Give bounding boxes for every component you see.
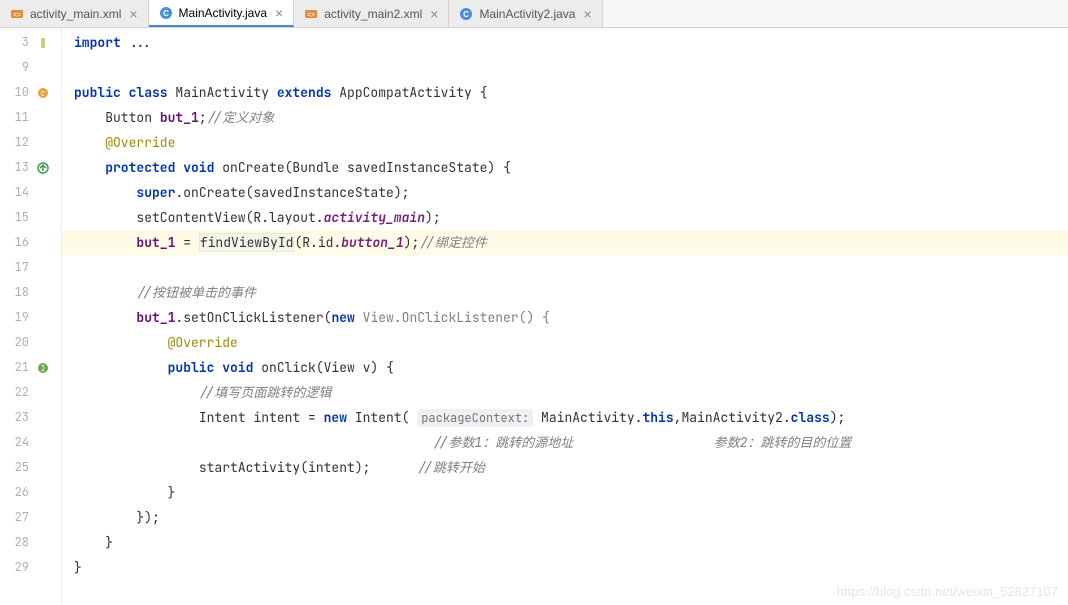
- svg-text:<>: <>: [307, 12, 315, 19]
- gutter-line: 29: [0, 555, 61, 580]
- code-line[interactable]: but_1.setOnClickListener(new View.OnClic…: [62, 305, 1068, 330]
- code-line[interactable]: //填写页面跳转的逻辑: [62, 380, 1068, 405]
- code-line[interactable]: startActivity(intent); //跳转开始: [62, 455, 1068, 480]
- tab-label: activity_main2.xml: [324, 7, 422, 21]
- gutter-line: 19: [0, 305, 61, 330]
- code-line[interactable]: but_1 = findViewById(R.id.button_1);//绑定…: [62, 230, 1068, 255]
- code-line[interactable]: public void onClick(View v) {: [62, 355, 1068, 380]
- gutter-line: 23: [0, 405, 61, 430]
- gutter-line: 16: [0, 230, 61, 255]
- code-line[interactable]: }: [62, 555, 1068, 580]
- code-line[interactable]: Button but_1;//定义对象: [62, 105, 1068, 130]
- gutter-line: 15: [0, 205, 61, 230]
- gutter-line: 24: [0, 430, 61, 455]
- gutter-marker-icon: [29, 161, 57, 175]
- gutter-line: 9: [0, 55, 61, 80]
- code-line[interactable]: });: [62, 505, 1068, 530]
- gutter-line: 11: [0, 105, 61, 130]
- code-line[interactable]: setContentView(R.layout.activity_main);: [62, 205, 1068, 230]
- svg-text:C: C: [41, 90, 45, 99]
- tab-activity-main-xml[interactable]: <> activity_main.xml ×: [0, 0, 149, 27]
- close-icon[interactable]: ×: [430, 7, 438, 21]
- gutter-line: 20: [0, 330, 61, 355]
- gutter-marker-icon: C: [29, 86, 57, 100]
- svg-text:C: C: [163, 9, 169, 18]
- code-line[interactable]: @Override: [62, 130, 1068, 155]
- parameter-hint: packageContext:: [417, 409, 533, 427]
- code-line[interactable]: //按钮被单击的事件: [62, 280, 1068, 305]
- editor-tab-bar: <> activity_main.xml × C MainActivity.ja…: [0, 0, 1068, 28]
- gutter-marker-icon: I: [29, 361, 57, 375]
- java-class-icon: C: [159, 6, 173, 20]
- code-line[interactable]: }: [62, 480, 1068, 505]
- gutter-line: 22: [0, 380, 61, 405]
- code-line[interactable]: public class MainActivity extends AppCom…: [62, 80, 1068, 105]
- tab-label: activity_main.xml: [30, 7, 121, 21]
- gutter-line: 18: [0, 280, 61, 305]
- code-line[interactable]: protected void onCreate(Bundle savedInst…: [62, 155, 1068, 180]
- gutter-line: 12: [0, 130, 61, 155]
- tab-label: MainActivity.java: [179, 6, 267, 20]
- code-line[interactable]: Intent intent = new Intent( packageConte…: [62, 405, 1068, 430]
- gutter-marker-icon: [29, 36, 57, 50]
- code-line[interactable]: }: [62, 530, 1068, 555]
- gutter-line: 21I: [0, 355, 61, 380]
- code-line[interactable]: import ...: [62, 30, 1068, 55]
- gutter-line: 27: [0, 505, 61, 530]
- close-icon[interactable]: ×: [129, 7, 137, 21]
- gutter-line: 10C: [0, 80, 61, 105]
- svg-text:<>: <>: [13, 12, 21, 19]
- tab-main-activity2-java[interactable]: C MainActivity2.java ×: [449, 0, 602, 27]
- code-line[interactable]: //参数1：跳转的源地址 参数2：跳转的目的位置: [62, 430, 1068, 455]
- svg-text:C: C: [464, 10, 470, 19]
- close-icon[interactable]: ×: [583, 7, 591, 21]
- code-line[interactable]: @Override: [62, 330, 1068, 355]
- tab-activity-main2-xml[interactable]: <> activity_main2.xml ×: [294, 0, 449, 27]
- gutter: 3910C1112131415161718192021I222324252627…: [0, 28, 62, 605]
- code-editor[interactable]: 3910C1112131415161718192021I222324252627…: [0, 28, 1068, 605]
- tab-bar-filler: [603, 0, 1068, 27]
- code-area[interactable]: import ... public class MainActivity exte…: [62, 28, 1068, 605]
- gutter-line: 14: [0, 180, 61, 205]
- svg-text:I: I: [41, 364, 46, 374]
- code-line[interactable]: [62, 255, 1068, 280]
- gutter-line: 13: [0, 155, 61, 180]
- gutter-line: 28: [0, 530, 61, 555]
- code-line[interactable]: [62, 55, 1068, 80]
- xml-file-icon: <>: [304, 7, 318, 21]
- code-line[interactable]: super.onCreate(savedInstanceState);: [62, 180, 1068, 205]
- close-icon[interactable]: ×: [275, 6, 283, 20]
- gutter-line: 3: [0, 30, 61, 55]
- gutter-line: 17: [0, 255, 61, 280]
- xml-file-icon: <>: [10, 7, 24, 21]
- java-class-icon: C: [459, 7, 473, 21]
- gutter-line: 25: [0, 455, 61, 480]
- tab-main-activity-java[interactable]: C MainActivity.java ×: [149, 0, 295, 27]
- gutter-line: 26: [0, 480, 61, 505]
- tab-label: MainActivity2.java: [479, 7, 575, 21]
